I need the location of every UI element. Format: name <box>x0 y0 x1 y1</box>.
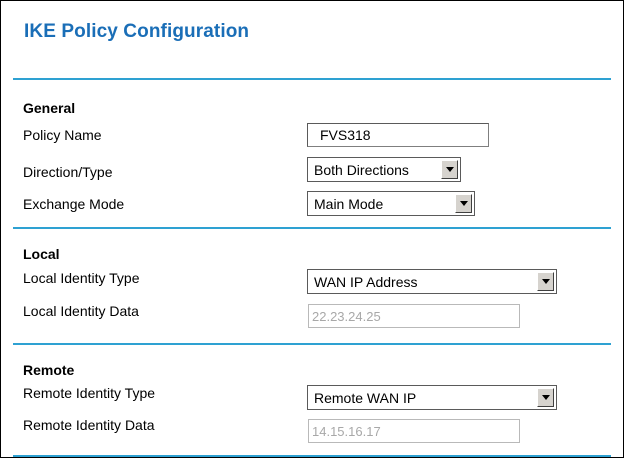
chevron-down-icon[interactable] <box>441 160 458 179</box>
chevron-down-icon[interactable] <box>537 272 554 291</box>
remote-identity-data-input[interactable]: 14.15.16.17 <box>308 419 520 443</box>
local-identity-type-value: WAN IP Address <box>314 274 418 290</box>
local-identity-type-select[interactable]: WAN IP Address <box>307 269 557 294</box>
exchange-mode-label: Exchange Mode <box>23 196 125 212</box>
chevron-down-icon[interactable] <box>455 194 472 213</box>
section-heading-remote: Remote <box>23 362 75 378</box>
direction-type-value: Both Directions <box>314 162 409 178</box>
divider <box>13 455 611 457</box>
chevron-down-icon[interactable] <box>537 388 554 407</box>
section-heading-general: General <box>23 100 76 116</box>
local-identity-data-input[interactable]: 22.23.24.25 <box>308 304 520 328</box>
policy-name-label: Policy Name <box>23 127 102 143</box>
divider <box>13 78 611 80</box>
remote-identity-type-select[interactable]: Remote WAN IP <box>307 385 557 410</box>
exchange-mode-value: Main Mode <box>314 196 384 212</box>
section-heading-local: Local <box>23 246 60 262</box>
ike-policy-panel: IKE Policy Configuration General Policy … <box>0 0 624 458</box>
local-identity-data-label: Local Identity Data <box>23 303 139 319</box>
direction-type-select[interactable]: Both Directions <box>307 157 461 182</box>
remote-identity-type-label: Remote Identity Type <box>23 385 156 401</box>
divider <box>13 343 611 345</box>
divider <box>13 227 611 229</box>
local-identity-type-label: Local Identity Type <box>23 270 140 286</box>
direction-type-label: Direction/Type <box>23 164 113 180</box>
page-title: IKE Policy Configuration <box>24 21 250 42</box>
exchange-mode-select[interactable]: Main Mode <box>307 191 475 216</box>
policy-name-input[interactable]: FVS318 <box>307 123 489 147</box>
remote-identity-type-value: Remote WAN IP <box>314 390 417 406</box>
remote-identity-data-label: Remote Identity Data <box>23 417 155 433</box>
